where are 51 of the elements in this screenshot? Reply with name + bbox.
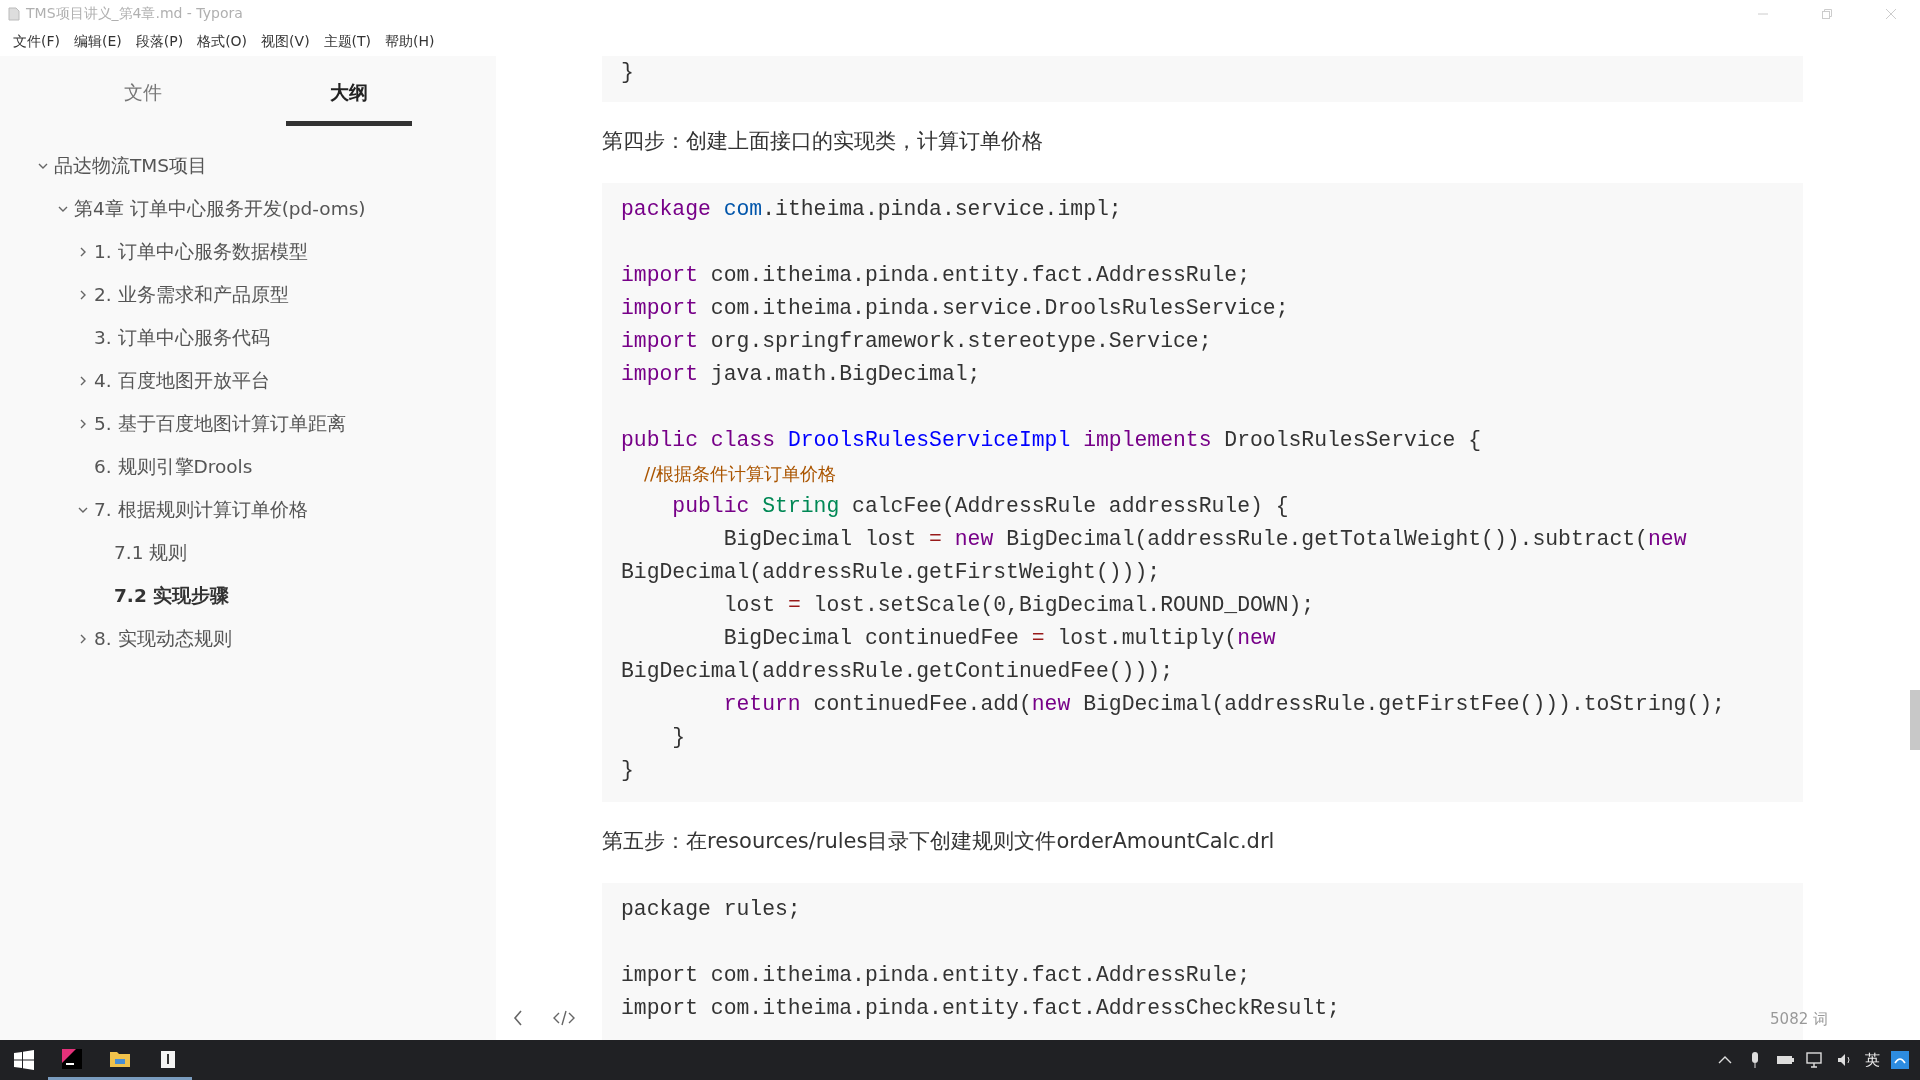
code-line: import com.itheima.pinda.entity.fact.AddressCheckResult;: [621, 995, 1340, 1022]
outline-item[interactable]: 4. 百度地图开放平台: [94, 368, 270, 393]
scrollbar-thumb[interactable]: [1910, 690, 1920, 750]
code-line: import org.springframework.stereotype.Service;: [621, 328, 1212, 355]
menu-item[interactable]: 格式(O): [190, 31, 255, 53]
menu-item[interactable]: 编辑(E): [67, 31, 129, 53]
outline-item[interactable]: 第4章 订单中心服务开发(pd-oms): [74, 196, 366, 221]
code-line: }: [621, 59, 634, 86]
windows-start-icon[interactable]: [14, 1050, 34, 1070]
code-line: BigDecimal(addressRule.getContinuedFee()));: [621, 658, 1173, 685]
outline-item[interactable]: 7.1 规则: [114, 540, 188, 565]
outline-item[interactable]: 8. 实现动态规则: [94, 626, 232, 651]
outline-item[interactable]: 品达物流TMS项目: [54, 153, 207, 178]
code-line: import com.itheima.pinda.service.DroolsRulesService;: [621, 295, 1289, 322]
input-language[interactable]: 英: [1865, 1050, 1880, 1070]
window-title: TMS项目讲义_第4章.md - Typora: [26, 5, 244, 23]
outline-item[interactable]: 6. 规则引擎Drools: [94, 454, 253, 479]
outline-item[interactable]: 2. 业务需求和产品原型: [94, 282, 289, 307]
outline-item[interactable]: 5. 基于百度地图计算订单距离: [94, 411, 346, 436]
code-line: import com.itheima.pinda.entity.fact.AddressRule;: [621, 262, 1250, 289]
code-line: import com.itheima.pinda.entity.fact.AddressRule;: [621, 962, 1250, 989]
code-line: //根据条件计算订单价格: [642, 462, 836, 486]
code-line: BigDecimal lost = new BigDecimal(addressRule.getTotalWeight()).subtract(new: [722, 526, 1687, 553]
sidebar-tab[interactable]: 大纲: [286, 56, 412, 126]
app-tray-icon[interactable]: [1890, 1050, 1910, 1070]
menu-item[interactable]: 文件(F): [6, 31, 67, 53]
code-line: }: [671, 724, 686, 751]
code-line: BigDecimal continuedFee = lost.multiply(new: [722, 625, 1276, 652]
sidebar-tab[interactable]: 文件: [80, 56, 206, 126]
menu-item[interactable]: 主题(T): [316, 31, 379, 53]
menu-item[interactable]: 帮助(H): [378, 31, 442, 53]
code-line: BigDecimal(addressRule.getFirstWeight()));: [621, 559, 1161, 586]
outline-item[interactable]: 7. 根据规则计算订单价格: [94, 497, 308, 522]
word-count: 5082 词: [1770, 1010, 1828, 1029]
code-line: package rules;: [621, 896, 801, 923]
outline-item[interactable]: 1. 订单中心服务数据模型: [94, 239, 308, 264]
outline-item[interactable]: 7.2 实现步骤: [114, 583, 230, 608]
menu-item[interactable]: 视图(V): [254, 31, 317, 53]
paragraph: 第四步：创建上面接口的实现类，计算订单价格: [602, 128, 1043, 155]
paragraph: 第五步：在resources/rules目录下创建规则文件orderAmountCalc.drl: [602, 828, 1275, 855]
document-icon: [8, 7, 20, 21]
outline-item[interactable]: 3. 订单中心服务代码: [94, 325, 270, 350]
code-line: return continuedFee.add(new BigDecimal(addressRule.getFirstFee())).toString();: [722, 691, 1725, 718]
code-line: lost = lost.setScale(0,BigDecimal.ROUND_DOWN);: [722, 592, 1315, 619]
network-icon[interactable]: [1805, 1050, 1825, 1070]
code-line: public String calcFee(AddressRule addressRule) {: [671, 493, 1289, 520]
code-line: package com.itheima.pinda.service.impl;: [621, 196, 1122, 223]
code-line: }: [621, 757, 634, 784]
menu-item[interactable]: 段落(P): [128, 31, 191, 53]
code-line: import java.math.BigDecimal;: [621, 361, 981, 388]
code-line: public class DroolsRulesServiceImpl implements DroolsRulesService {: [621, 427, 1482, 454]
